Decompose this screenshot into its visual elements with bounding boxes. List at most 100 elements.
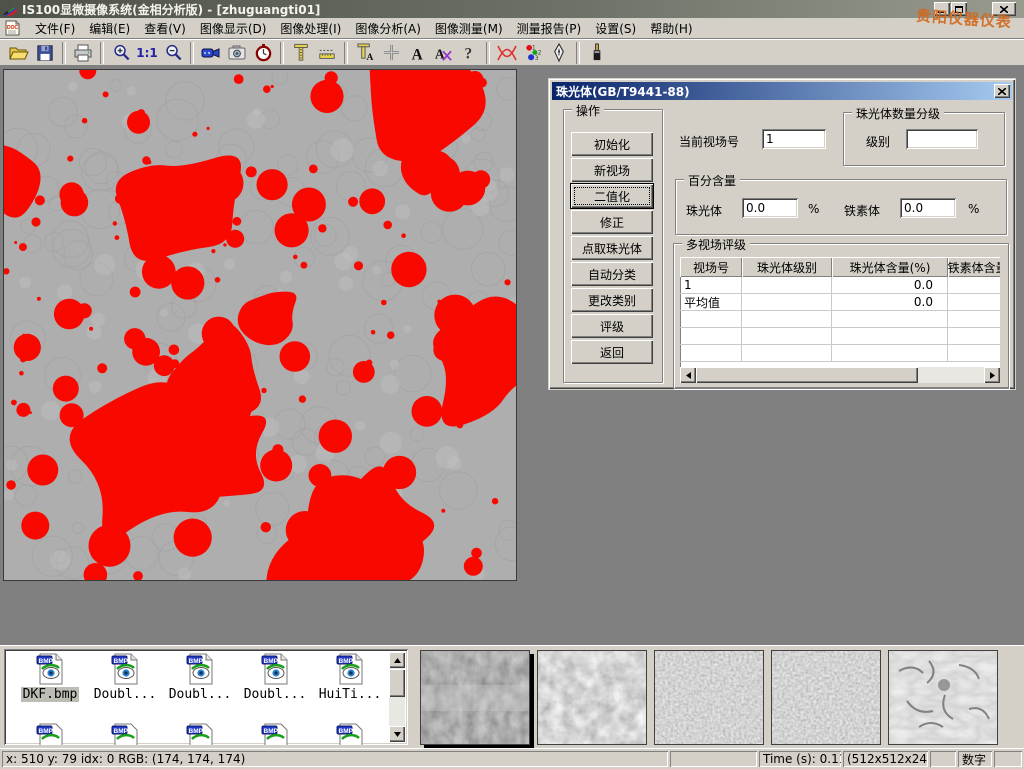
auto-classify-button[interactable]: 自动分类: [571, 262, 653, 286]
scrollbar-track[interactable]: [918, 367, 984, 383]
table-row[interactable]: 平均值 0.0: [680, 294, 1000, 311]
specimen-image[interactable]: [3, 69, 517, 581]
move-tool-button[interactable]: [378, 41, 404, 65]
help-button[interactable]: ?: [456, 41, 482, 65]
scroll-down-button[interactable]: [389, 726, 405, 742]
menu-settings[interactable]: 设置(S): [588, 18, 643, 39]
thumbnail-4[interactable]: [771, 650, 881, 745]
file-item[interactable]: BMP: [13, 723, 87, 745]
file-item[interactable]: BMP: [88, 723, 162, 745]
zoom-out-button[interactable]: [160, 41, 186, 65]
measure-distance-button[interactable]: [314, 41, 340, 65]
cell-content: [832, 328, 948, 345]
binarize-button[interactable]: 二值化: [571, 184, 653, 208]
menu-image-processing[interactable]: 图像处理(I): [273, 18, 348, 39]
level-label: 级别: [866, 133, 890, 150]
zoom-in-button[interactable]: [108, 41, 134, 65]
operations-group-label: 操作: [572, 102, 604, 119]
pen-tool-button[interactable]: [546, 41, 572, 65]
correct-button[interactable]: 修正: [571, 210, 653, 234]
file-item[interactable]: BMP: [238, 723, 312, 745]
table-row[interactable]: 1 0.0: [680, 277, 1000, 294]
bmp-file-icon: BMP: [109, 653, 141, 685]
file-item[interactable]: BMP Doubl...: [163, 653, 237, 702]
grade-button[interactable]: 评级: [571, 314, 653, 338]
cell-field: [680, 328, 742, 345]
pearlite-percent-input[interactable]: 0.0: [742, 198, 798, 218]
menu-measure-report[interactable]: 测量报告(P): [510, 18, 589, 39]
scroll-left-button[interactable]: [680, 367, 696, 383]
change-class-button[interactable]: 更改类别: [571, 288, 653, 312]
thumbnail-2-image: [538, 651, 646, 744]
menu-file[interactable]: 文件(F): [28, 18, 82, 39]
bmp-file-icon: BMP: [34, 723, 66, 745]
table-horizontal-scrollbar[interactable]: [680, 367, 1000, 383]
print-button[interactable]: [70, 41, 96, 65]
file-item[interactable]: BMP: [313, 723, 387, 745]
video-capture-button[interactable]: [198, 41, 224, 65]
red-curve-icon: [496, 44, 518, 62]
file-item[interactable]: BMP DKF.bmp: [13, 653, 87, 702]
menu-edit[interactable]: 编辑(E): [82, 18, 137, 39]
level-input[interactable]: [906, 129, 978, 149]
measure-length-button[interactable]: [288, 41, 314, 65]
initialize-button[interactable]: 初始化: [571, 132, 653, 156]
close-button[interactable]: [992, 2, 1016, 16]
status-image-size: (512x512x24): [843, 751, 928, 767]
cell-ferrite: [948, 328, 1000, 345]
pearlite-dialog: 珠光体(GB/T9441-88) 操作 初始化 新视场 二值化 修正 点取珠光体…: [548, 78, 1016, 390]
dialog-close-button[interactable]: [994, 84, 1010, 98]
cell-grade: [742, 294, 832, 311]
brush-tool-button[interactable]: [584, 41, 610, 65]
menu-view[interactable]: 查看(V): [137, 18, 193, 39]
open-file-button[interactable]: [6, 41, 32, 65]
file-item[interactable]: BMP HuiTi...: [313, 653, 387, 702]
new-field-button[interactable]: 新视场: [571, 158, 653, 182]
scroll-up-button[interactable]: [389, 652, 405, 668]
file-item[interactable]: BMP Doubl...: [238, 653, 312, 702]
file-list-vertical-scrollbar[interactable]: [389, 652, 405, 742]
thumbnail-1[interactable]: [420, 650, 530, 745]
cell-grade: [742, 277, 832, 294]
save-button[interactable]: [32, 41, 58, 65]
current-field-input[interactable]: 1: [762, 129, 826, 149]
scrollbar-thumb[interactable]: [389, 669, 405, 697]
classify-points-button[interactable]: 123: [520, 41, 546, 65]
pearlite-percent-sign: %: [808, 202, 819, 216]
menu-image-display[interactable]: 图像显示(D): [193, 18, 274, 39]
toolbar-separator: [190, 42, 194, 64]
move-cross-icon: [382, 43, 401, 62]
ferrite-percent-input[interactable]: 0.0: [900, 198, 956, 218]
file-item[interactable]: BMP Doubl...: [88, 653, 162, 702]
menu-help[interactable]: 帮助(H): [643, 18, 699, 39]
save-icon: [36, 44, 54, 62]
timer-button[interactable]: [250, 41, 276, 65]
scroll-right-button[interactable]: [984, 367, 1000, 383]
return-button[interactable]: 返回: [571, 340, 653, 364]
delete-text-button[interactable]: A: [430, 41, 456, 65]
menu-image-measure[interactable]: 图像测量(M): [428, 18, 510, 39]
scrollbar-thumb[interactable]: [696, 367, 918, 383]
menu-image-analysis[interactable]: 图像分析(A): [348, 18, 428, 39]
svg-text:A: A: [366, 53, 373, 62]
snapshot-button[interactable]: [224, 41, 250, 65]
file-item[interactable]: BMP: [163, 723, 237, 745]
thumbnail-5[interactable]: [888, 650, 998, 745]
cell-grade: [742, 311, 832, 328]
multi-field-group: 多视场评级 视场号 珠光体级别 珠光体含量(%) 铁素体含量(%) 1 0.0 …: [673, 243, 1009, 389]
thumbnail-4-image: [772, 651, 880, 744]
text-tool-button[interactable]: A: [404, 41, 430, 65]
thumbnail-3[interactable]: [654, 650, 764, 745]
document-icon[interactable]: DOC: [4, 20, 22, 36]
file-browser[interactable]: BMP DKF.bmp BMP Doubl... BMP Doubl...: [4, 649, 408, 745]
minimize-button[interactable]: [934, 2, 950, 16]
pick-pearlite-button[interactable]: 点取珠光体: [571, 236, 653, 260]
actual-size-button[interactable]: 1:1: [134, 41, 160, 65]
multi-field-table[interactable]: 视场号 珠光体级别 珠光体含量(%) 铁素体含量(%) 1 0.0 平均值 0.…: [680, 257, 1000, 381]
col-pearlite-content: 珠光体含量(%): [832, 257, 948, 277]
thumbnail-2[interactable]: [537, 650, 647, 745]
maximize-button[interactable]: [951, 2, 967, 16]
status-empty-1: [670, 751, 757, 767]
curve-tool-button[interactable]: [494, 41, 520, 65]
measure-annotate-button[interactable]: A: [352, 41, 378, 65]
